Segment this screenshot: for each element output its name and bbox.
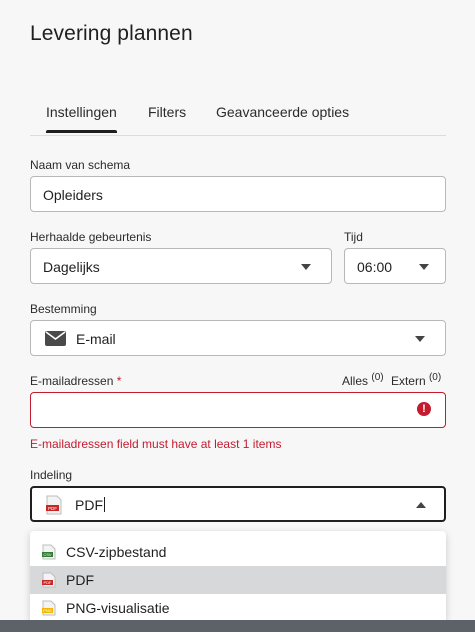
recurrence-select[interactable]: Dagelijks bbox=[30, 248, 332, 284]
email-addresses-label: E-mailadressen * bbox=[30, 374, 121, 388]
pdf-file-icon: PDF bbox=[42, 572, 56, 588]
email-addresses-label-text: E-mailadressen bbox=[30, 374, 114, 388]
svg-text:PNG: PNG bbox=[43, 608, 52, 613]
email-addresses-input[interactable]: ! bbox=[30, 392, 446, 428]
chevron-down-icon bbox=[419, 264, 429, 270]
tab-advanced-options[interactable]: Geavanceerde opties bbox=[216, 104, 349, 132]
destination-value: E-mail bbox=[76, 331, 116, 347]
png-file-icon: PNG bbox=[42, 600, 56, 616]
envelope-icon bbox=[45, 331, 66, 346]
chevron-down-icon bbox=[415, 336, 425, 342]
format-option-label: PDF bbox=[66, 572, 94, 588]
format-value-text: PDF bbox=[75, 497, 103, 513]
text-cursor bbox=[104, 497, 105, 512]
svg-text:PDF: PDF bbox=[44, 580, 53, 585]
destination-select[interactable]: E-mail bbox=[30, 320, 446, 356]
format-option-csv[interactable]: CSV CSV-zipbestand bbox=[30, 538, 446, 566]
external-count: (0) bbox=[428, 372, 442, 383]
time-select[interactable]: 06:00 bbox=[344, 248, 446, 284]
recurrence-label: Herhaalde gebeurtenis bbox=[30, 230, 152, 244]
all-count-label: Alles bbox=[342, 374, 369, 388]
format-select[interactable]: PDF PDF bbox=[30, 486, 446, 522]
format-option-png[interactable]: PNG PNG-visualisatie bbox=[30, 594, 446, 622]
all-count: (0) bbox=[371, 372, 384, 383]
schedule-delivery-dialog: Levering plannen Instellingen Filters Ge… bbox=[0, 0, 475, 632]
svg-text:PDF: PDF bbox=[48, 506, 57, 511]
email-counts: Alles (0) Extern (0) bbox=[342, 372, 441, 388]
chevron-up-icon bbox=[416, 502, 426, 508]
required-marker: * bbox=[116, 374, 122, 388]
format-label: Indeling bbox=[30, 468, 73, 482]
format-value: PDF bbox=[75, 497, 105, 513]
dialog-title: Levering plannen bbox=[30, 22, 193, 45]
time-label: Tijd bbox=[344, 230, 363, 244]
format-option-label: CSV-zipbestand bbox=[66, 544, 167, 560]
external-count-label: Extern bbox=[390, 374, 426, 388]
svg-text:CSV: CSV bbox=[43, 552, 52, 557]
schedule-name-label: Naam van schema bbox=[30, 158, 131, 172]
chevron-down-icon bbox=[301, 264, 311, 270]
schedule-name-value: Opleiders bbox=[43, 187, 103, 203]
csv-file-icon: CSV bbox=[42, 544, 56, 560]
email-error-message: E-mailadressen field must have at least … bbox=[30, 437, 282, 451]
format-option-label: PNG-visualisatie bbox=[66, 600, 170, 616]
format-dropdown-menu: CSV CSV-zipbestand PDF PDF PNG PNG-visua… bbox=[30, 531, 446, 623]
recurrence-value: Dagelijks bbox=[43, 259, 100, 275]
schedule-name-input[interactable]: Opleiders bbox=[30, 176, 446, 212]
time-value: 06:00 bbox=[357, 259, 393, 275]
tab-bar: Instellingen Filters Geavanceerde opties bbox=[30, 98, 446, 136]
format-option-pdf[interactable]: PDF PDF bbox=[30, 566, 446, 594]
error-icon: ! bbox=[417, 402, 431, 416]
pdf-file-icon: PDF bbox=[46, 495, 62, 515]
destination-label: Bestemming bbox=[30, 302, 97, 316]
tab-filters[interactable]: Filters bbox=[148, 104, 186, 132]
footer-bar bbox=[0, 620, 475, 632]
tab-settings[interactable]: Instellingen bbox=[46, 104, 117, 133]
